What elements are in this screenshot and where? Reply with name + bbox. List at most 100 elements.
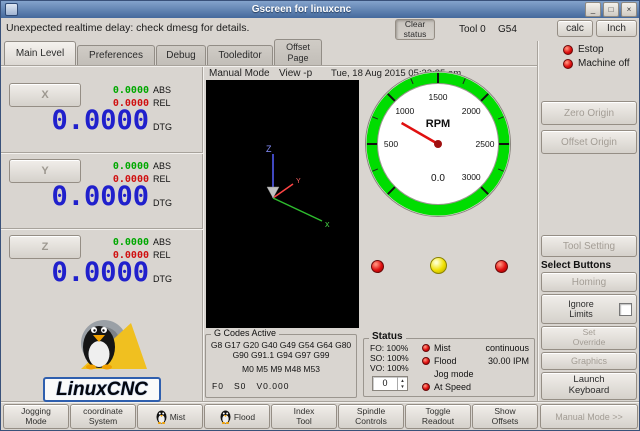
center-yellow-led bbox=[430, 257, 447, 274]
at-speed-label: At Speed bbox=[434, 382, 471, 392]
select-buttons-label: Select Buttons bbox=[541, 260, 611, 271]
dro-z-dtg-value: 0.0000 bbox=[9, 259, 149, 287]
flood-label: Flood bbox=[434, 356, 457, 366]
flood-button[interactable]: Flood bbox=[204, 404, 270, 429]
active-coord-system-label: G54 bbox=[498, 24, 517, 35]
abs-label: ABS bbox=[153, 85, 171, 95]
gauge-tick-2500: 2500 bbox=[476, 139, 495, 149]
tab-offset-page[interactable]: Offset Page bbox=[274, 39, 322, 65]
spinbox-value: 0 bbox=[373, 377, 397, 390]
manual-mode-button[interactable]: Manual Mode >> bbox=[540, 404, 638, 429]
linuxcnc-logo: LinuxCNC bbox=[43, 315, 161, 399]
tab-debug[interactable]: Debug bbox=[156, 45, 206, 65]
gauge-value: 0.0 bbox=[431, 173, 445, 184]
spinbox-arrows[interactable]: ▲ ▼ bbox=[397, 377, 407, 390]
flood-led bbox=[422, 357, 430, 365]
gauge-tick-3000: 3000 bbox=[462, 172, 481, 182]
spindle-controls-button[interactable]: Spindle Controls bbox=[338, 404, 404, 429]
show-offsets-button[interactable]: Show Offsets bbox=[472, 404, 538, 429]
homing-button[interactable]: Homing bbox=[541, 272, 637, 292]
right-red-led bbox=[495, 260, 508, 273]
jogging-mode-button[interactable]: Jogging Mode bbox=[3, 404, 69, 429]
ignore-limits-checkbox[interactable] bbox=[619, 303, 632, 316]
mist-value: continuous bbox=[485, 343, 529, 353]
notebook-edge bbox=[1, 65, 537, 67]
feed-override-label: FO: 100% bbox=[370, 343, 408, 353]
axis-y-button[interactable]: Y bbox=[9, 159, 81, 183]
status-frame: Status FO: 100% SO: 100% VO: 100% 0 ▲ ▼ … bbox=[363, 338, 535, 397]
gauge-tick-1000: 1000 bbox=[395, 106, 414, 116]
at-speed-led bbox=[422, 383, 430, 391]
gcodes-frame: G Codes Active G8 G17 G20 G40 G49 G54 G6… bbox=[205, 334, 357, 398]
dro-x-abs-value: 0.0000 bbox=[85, 85, 149, 96]
penguin-icon bbox=[155, 409, 168, 424]
maximize-icon[interactable]: □ bbox=[603, 2, 619, 17]
launch-keyboard-button[interactable]: Launch Keyboard bbox=[541, 372, 637, 400]
abs-label: ABS bbox=[153, 161, 171, 171]
velocity-override-label: VO: 100% bbox=[370, 363, 409, 373]
fsv-line: F0 S0 V0.000 bbox=[206, 381, 356, 391]
z-axis-label: Z bbox=[266, 144, 272, 154]
dro-y-dtg-value: 0.0000 bbox=[9, 183, 149, 211]
gremlin-3d-view[interactable]: Z Y x bbox=[206, 80, 359, 328]
linuxcnc-logo-text: LinuxCNC bbox=[43, 377, 161, 402]
tool-number-label: Tool 0 bbox=[459, 24, 486, 35]
y-axis-label: Y bbox=[296, 178, 301, 185]
jog-increment-spinbox[interactable]: 0 ▲ ▼ bbox=[372, 376, 408, 391]
spin-down-icon[interactable]: ▼ bbox=[400, 384, 404, 389]
mist-button[interactable]: Mist bbox=[137, 404, 203, 429]
gauge-tick-2000: 2000 bbox=[462, 106, 481, 116]
calc-button[interactable]: calc bbox=[557, 20, 593, 37]
titlebar[interactable]: Gscreen for linuxcnc _ □ × bbox=[1, 1, 639, 18]
dtg-label: DTG bbox=[153, 198, 172, 208]
machine-off-toggle[interactable]: Machine off bbox=[578, 58, 630, 69]
rel-label: REL bbox=[153, 174, 171, 184]
set-override-button[interactable]: Set Override bbox=[541, 326, 637, 350]
coordinate-system-button[interactable]: coordinate System bbox=[70, 404, 136, 429]
gcodes-frame-title: G Codes Active bbox=[211, 328, 279, 338]
status-frame-title: Status bbox=[369, 331, 406, 342]
tab-main-level[interactable]: Main Level bbox=[4, 41, 76, 65]
tab-preferences[interactable]: Preferences bbox=[77, 45, 155, 65]
index-tool-button[interactable]: Index Tool bbox=[271, 404, 337, 429]
units-inch-button[interactable]: Inch bbox=[596, 20, 637, 37]
tool-setting-button[interactable]: Tool Setting bbox=[541, 235, 637, 257]
view-label: View -p bbox=[279, 68, 312, 79]
rel-label: REL bbox=[153, 250, 171, 260]
window-title: Gscreen for linuxcnc bbox=[20, 4, 583, 15]
flood-value: 30.00 IPM bbox=[488, 356, 529, 366]
dro-y-abs-value: 0.0000 bbox=[85, 161, 149, 172]
panel-divider bbox=[537, 41, 539, 401]
rpm-gauge: 500 1000 1500 2000 2500 3000 RPM 0.0 bbox=[363, 69, 513, 219]
offset-origin-button[interactable]: Offset Origin bbox=[541, 130, 637, 154]
ignore-limits-button[interactable]: Ignore Limits bbox=[541, 294, 637, 324]
axis-x-button[interactable]: X bbox=[9, 83, 81, 107]
gcodes-line-2: G90 G91.1 G94 G97 G99 bbox=[206, 350, 356, 360]
gauge-tick-1500: 1500 bbox=[429, 92, 448, 102]
axes-indicator: Z Y x bbox=[206, 80, 359, 328]
axis-separator bbox=[1, 228, 203, 230]
mist-button-label: Mist bbox=[170, 412, 186, 422]
mist-label: Mist bbox=[434, 343, 451, 353]
axis-z-button[interactable]: Z bbox=[9, 235, 81, 259]
estop-led bbox=[563, 45, 573, 55]
toggle-readout-button[interactable]: Toggle Readout bbox=[405, 404, 471, 429]
clear-status-button[interactable]: Clear status bbox=[395, 19, 435, 40]
zero-origin-button[interactable]: Zero Origin bbox=[541, 101, 637, 125]
spindle-override-label: SO: 100% bbox=[370, 353, 409, 363]
estop-toggle[interactable]: Estop bbox=[578, 44, 604, 55]
penguin-icon bbox=[219, 409, 232, 424]
tab-tooleditor[interactable]: Tooleditor bbox=[207, 45, 273, 65]
dro-z-abs-value: 0.0000 bbox=[85, 237, 149, 248]
minimize-icon[interactable]: _ bbox=[585, 2, 601, 17]
tool-cone-icon bbox=[267, 187, 279, 198]
left-red-led bbox=[371, 260, 384, 273]
mist-led bbox=[422, 344, 430, 352]
mode-label: Manual Mode bbox=[209, 68, 270, 79]
machine-off-led bbox=[563, 59, 573, 69]
flood-button-label: Flood bbox=[234, 412, 255, 422]
close-icon[interactable]: × bbox=[621, 2, 637, 17]
gauge-tick-500: 500 bbox=[384, 139, 398, 149]
ignore-limits-label: Ignore Limits bbox=[546, 299, 616, 320]
graphics-button[interactable]: Graphics bbox=[541, 352, 637, 370]
